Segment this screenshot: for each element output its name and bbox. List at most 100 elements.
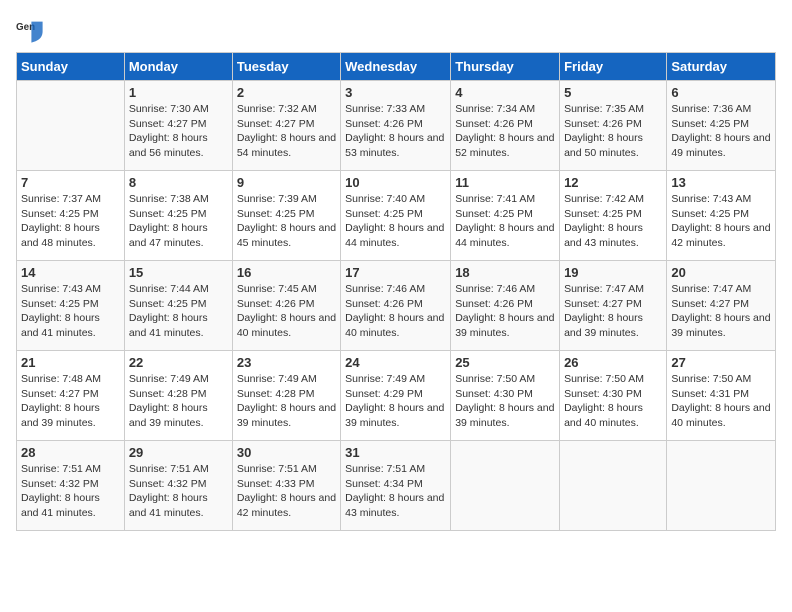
- week-row-4: 21 Sunrise: 7:48 AMSunset: 4:27 PMDayligh…: [17, 351, 776, 441]
- cell-info: Sunrise: 7:35 AMSunset: 4:26 PMDaylight:…: [564, 102, 662, 161]
- cell-info: Sunrise: 7:34 AMSunset: 4:26 PMDaylight:…: [455, 102, 555, 161]
- cell-5-3: 30 Sunrise: 7:51 AMSunset: 4:33 PMDayligh…: [232, 441, 340, 531]
- cell-info: Sunrise: 7:38 AMSunset: 4:25 PMDaylight:…: [129, 192, 228, 251]
- day-number: 10: [345, 175, 446, 190]
- cell-3-4: 17Sunrise: 7:46 AMSunset: 4:26 PMDayligh…: [341, 261, 451, 351]
- day-number: 30: [237, 445, 336, 460]
- cell-5-4: 31 Sunrise: 7:51 AMSunset: 4:34 PMDayligh…: [341, 441, 451, 531]
- cell-1-3: 2 Sunrise: 7:32 AMSunset: 4:27 PMDaylight…: [232, 81, 340, 171]
- cell-info: Sunrise: 7:41 AMSunset: 4:25 PMDaylight:…: [455, 192, 555, 251]
- col-header-tuesday: Tuesday: [232, 53, 340, 81]
- day-number: 6: [671, 85, 771, 100]
- day-number: 31: [345, 445, 446, 460]
- cell-info: Sunrise: 7:32 AMSunset: 4:27 PMDaylight:…: [237, 102, 336, 161]
- cell-2-4: 10 Sunrise: 7:40 AMSunset: 4:25 PMDayligh…: [341, 171, 451, 261]
- cell-info: Sunrise: 7:48 AMSunset: 4:27 PMDaylight:…: [21, 372, 120, 431]
- cell-3-5: 18Sunrise: 7:46 AMSunset: 4:26 PMDayligh…: [451, 261, 560, 351]
- cell-info: Sunrise: 7:50 AMSunset: 4:30 PMDaylight:…: [455, 372, 555, 431]
- cell-2-3: 9 Sunrise: 7:39 AMSunset: 4:25 PMDaylight…: [232, 171, 340, 261]
- col-header-saturday: Saturday: [667, 53, 776, 81]
- day-number: 18: [455, 265, 555, 280]
- day-number: 21: [21, 355, 120, 370]
- day-number: 23: [237, 355, 336, 370]
- week-row-2: 7 Sunrise: 7:37 AMSunset: 4:25 PMDaylight…: [17, 171, 776, 261]
- cell-4-6: 26Sunrise: 7:50 AMSunset: 4:30 PMDayligh…: [560, 351, 667, 441]
- col-header-wednesday: Wednesday: [341, 53, 451, 81]
- col-header-sunday: Sunday: [17, 53, 125, 81]
- cell-3-2: 15 Sunrise: 7:44 AMSunset: 4:25 PMDayligh…: [124, 261, 232, 351]
- cell-4-4: 24 Sunrise: 7:49 AMSunset: 4:29 PMDayligh…: [341, 351, 451, 441]
- cell-5-1: 28 Sunrise: 7:51 AMSunset: 4:32 PMDayligh…: [17, 441, 125, 531]
- day-number: 19: [564, 265, 662, 280]
- day-number: 15: [129, 265, 228, 280]
- header: Gen: [16, 16, 776, 44]
- day-number: 24: [345, 355, 446, 370]
- day-number: 17: [345, 265, 446, 280]
- day-number: 5: [564, 85, 662, 100]
- day-number: 20: [671, 265, 771, 280]
- day-number: 8: [129, 175, 228, 190]
- day-number: 11: [455, 175, 555, 190]
- cell-2-2: 8 Sunrise: 7:38 AMSunset: 4:25 PMDaylight…: [124, 171, 232, 261]
- cell-info: Sunrise: 7:50 AMSunset: 4:31 PMDaylight:…: [671, 372, 771, 431]
- day-number: 9: [237, 175, 336, 190]
- cell-info: Sunrise: 7:43 AMSunset: 4:25 PMDaylight:…: [21, 282, 120, 341]
- cell-4-2: 22Sunrise: 7:49 AMSunset: 4:28 PMDayligh…: [124, 351, 232, 441]
- day-number: 29: [129, 445, 228, 460]
- cell-info: Sunrise: 7:51 AMSunset: 4:33 PMDaylight:…: [237, 462, 336, 521]
- week-row-1: 1Sunrise: 7:30 AMSunset: 4:27 PMDaylight…: [17, 81, 776, 171]
- cell-4-1: 21 Sunrise: 7:48 AMSunset: 4:27 PMDayligh…: [17, 351, 125, 441]
- cell-5-5: [451, 441, 560, 531]
- cell-info: Sunrise: 7:40 AMSunset: 4:25 PMDaylight:…: [345, 192, 446, 251]
- cell-3-1: 14 Sunrise: 7:43 AMSunset: 4:25 PMDayligh…: [17, 261, 125, 351]
- cell-info: Sunrise: 7:49 AMSunset: 4:28 PMDaylight:…: [129, 372, 228, 431]
- day-number: 26: [564, 355, 662, 370]
- cell-4-7: 27Sunrise: 7:50 AMSunset: 4:31 PMDayligh…: [667, 351, 776, 441]
- cell-1-5: 4Sunrise: 7:34 AMSunset: 4:26 PMDaylight…: [451, 81, 560, 171]
- cell-4-3: 23 Sunrise: 7:49 AMSunset: 4:28 PMDayligh…: [232, 351, 340, 441]
- cell-info: Sunrise: 7:51 AMSunset: 4:32 PMDaylight:…: [129, 462, 228, 521]
- cell-2-5: 11 Sunrise: 7:41 AMSunset: 4:25 PMDayligh…: [451, 171, 560, 261]
- day-number: 16: [237, 265, 336, 280]
- day-number: 2: [237, 85, 336, 100]
- cell-info: Sunrise: 7:49 AMSunset: 4:28 PMDaylight:…: [237, 372, 336, 431]
- cell-3-3: 16 Sunrise: 7:45 AMSunset: 4:26 PMDayligh…: [232, 261, 340, 351]
- cell-2-1: 7 Sunrise: 7:37 AMSunset: 4:25 PMDaylight…: [17, 171, 125, 261]
- cell-info: Sunrise: 7:36 AMSunset: 4:25 PMDaylight:…: [671, 102, 771, 161]
- cell-4-5: 25 Sunrise: 7:50 AMSunset: 4:30 PMDayligh…: [451, 351, 560, 441]
- cell-info: Sunrise: 7:44 AMSunset: 4:25 PMDaylight:…: [129, 282, 228, 341]
- cell-2-6: 12Sunrise: 7:42 AMSunset: 4:25 PMDayligh…: [560, 171, 667, 261]
- cell-3-7: 20Sunrise: 7:47 AMSunset: 4:27 PMDayligh…: [667, 261, 776, 351]
- day-number: 14: [21, 265, 120, 280]
- week-row-5: 28 Sunrise: 7:51 AMSunset: 4:32 PMDayligh…: [17, 441, 776, 531]
- col-header-monday: Monday: [124, 53, 232, 81]
- cell-info: Sunrise: 7:51 AMSunset: 4:34 PMDaylight:…: [345, 462, 446, 521]
- cell-5-7: [667, 441, 776, 531]
- header-row: SundayMondayTuesdayWednesdayThursdayFrid…: [17, 53, 776, 81]
- cell-info: Sunrise: 7:37 AMSunset: 4:25 PMDaylight:…: [21, 192, 120, 251]
- cell-info: Sunrise: 7:45 AMSunset: 4:26 PMDaylight:…: [237, 282, 336, 341]
- cell-info: Sunrise: 7:39 AMSunset: 4:25 PMDaylight:…: [237, 192, 336, 251]
- logo: Gen: [16, 16, 48, 44]
- cell-1-7: 6 Sunrise: 7:36 AMSunset: 4:25 PMDaylight…: [667, 81, 776, 171]
- week-row-3: 14 Sunrise: 7:43 AMSunset: 4:25 PMDayligh…: [17, 261, 776, 351]
- cell-info: Sunrise: 7:42 AMSunset: 4:25 PMDaylight:…: [564, 192, 662, 251]
- col-header-thursday: Thursday: [451, 53, 560, 81]
- cell-1-1: [17, 81, 125, 171]
- cell-info: Sunrise: 7:47 AMSunset: 4:27 PMDaylight:…: [564, 282, 662, 341]
- cell-2-7: 13Sunrise: 7:43 AMSunset: 4:25 PMDayligh…: [667, 171, 776, 261]
- cell-info: Sunrise: 7:33 AMSunset: 4:26 PMDaylight:…: [345, 102, 446, 161]
- day-number: 28: [21, 445, 120, 460]
- cell-5-2: 29 Sunrise: 7:51 AMSunset: 4:32 PMDayligh…: [124, 441, 232, 531]
- cell-1-4: 3 Sunrise: 7:33 AMSunset: 4:26 PMDaylight…: [341, 81, 451, 171]
- logo-icon: Gen: [16, 16, 44, 44]
- day-number: 13: [671, 175, 771, 190]
- day-number: 25: [455, 355, 555, 370]
- day-number: 7: [21, 175, 120, 190]
- cell-info: Sunrise: 7:49 AMSunset: 4:29 PMDaylight:…: [345, 372, 446, 431]
- cell-info: Sunrise: 7:51 AMSunset: 4:32 PMDaylight:…: [21, 462, 120, 521]
- day-number: 3: [345, 85, 446, 100]
- cell-info: Sunrise: 7:30 AMSunset: 4:27 PMDaylight:…: [129, 102, 228, 161]
- cell-5-6: [560, 441, 667, 531]
- cell-1-6: 5 Sunrise: 7:35 AMSunset: 4:26 PMDaylight…: [560, 81, 667, 171]
